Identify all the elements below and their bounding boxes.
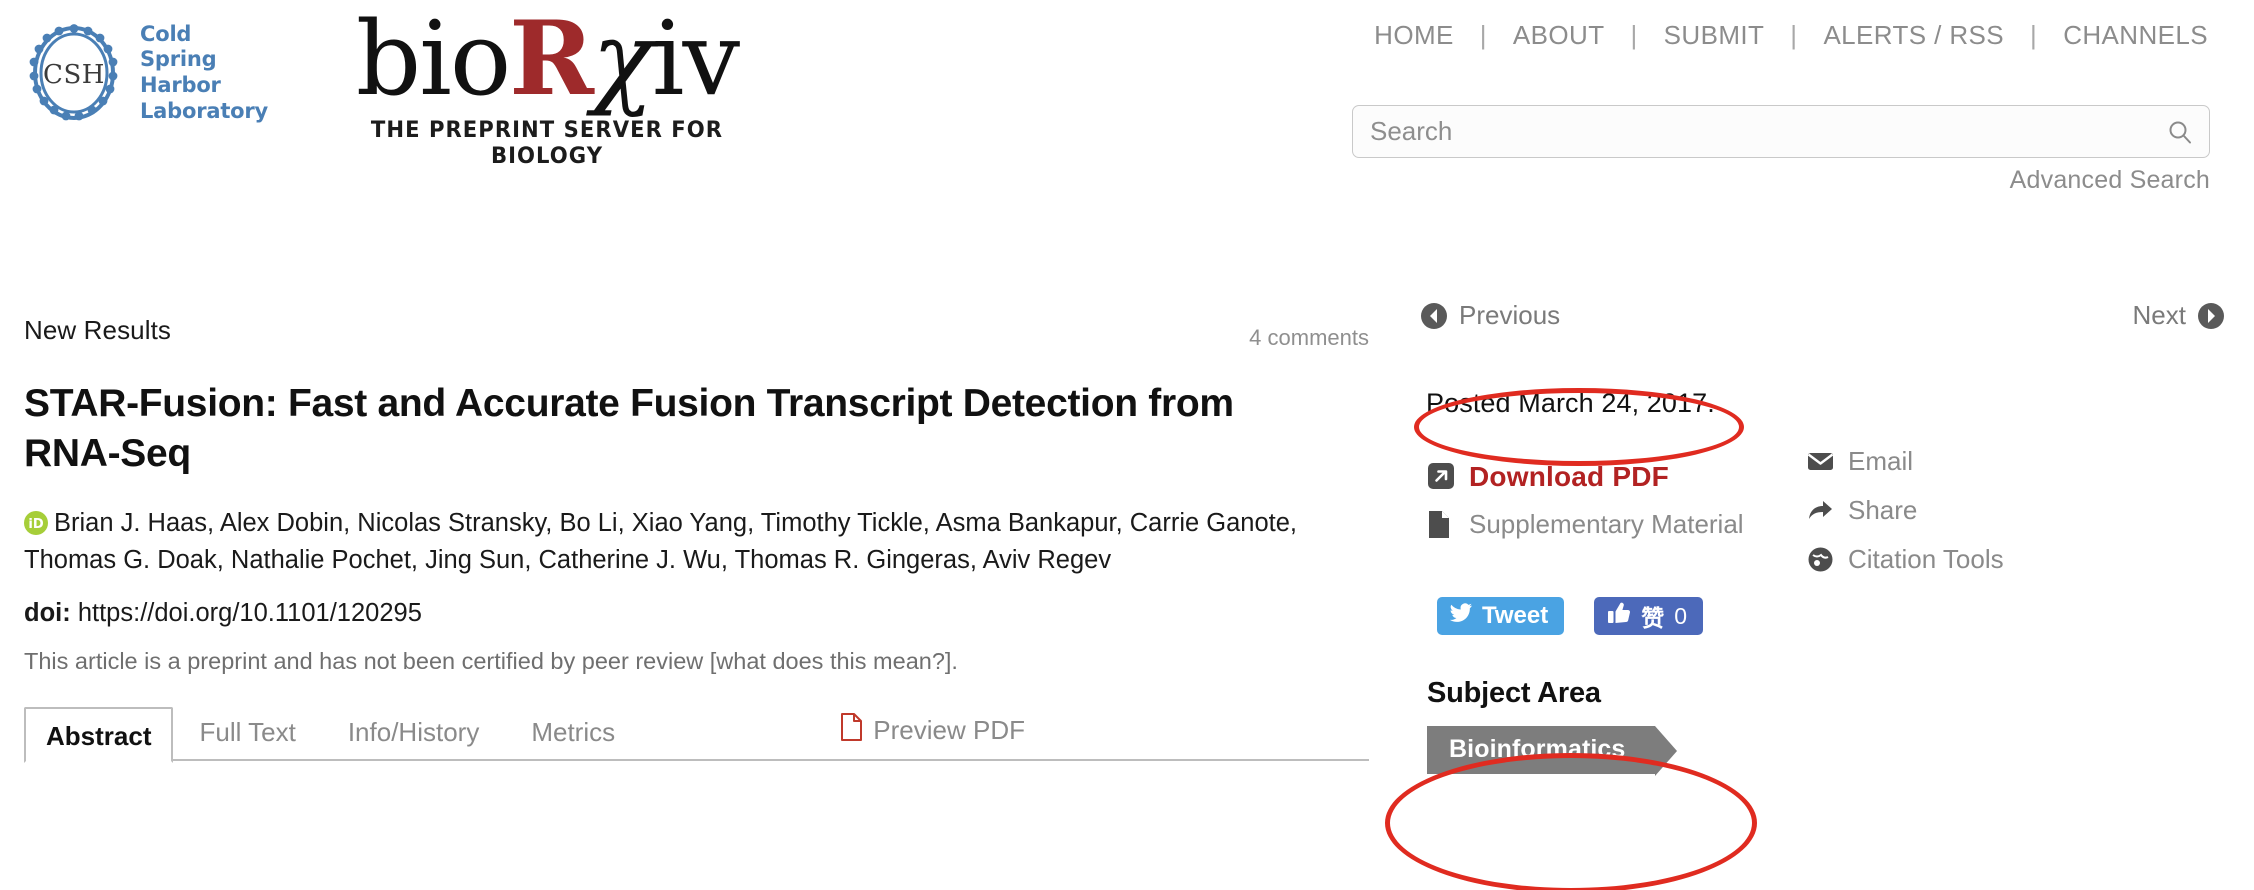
svg-text:CSH: CSH: [43, 60, 105, 90]
file-icon: [1427, 510, 1455, 540]
svg-text:iD: iD: [28, 517, 43, 532]
nav-separator: |: [1630, 20, 1638, 50]
nav-item-home[interactable]: HOME: [1372, 20, 1456, 51]
envelope-icon: [1807, 448, 1834, 475]
previous-label: Previous: [1459, 300, 1561, 330]
orcid-id-icon[interactable]: iD: [24, 509, 48, 535]
preprint-disclaimer[interactable]: This article is a preprint and has not b…: [24, 648, 1369, 675]
tweet-label: Tweet: [1482, 602, 1549, 629]
facebook-like-button[interactable]: 赞 0: [1594, 597, 1704, 635]
social-share-buttons: Tweet 赞 0: [1437, 597, 2225, 635]
preview-pdf-label: Preview PDF: [873, 714, 1025, 745]
arrow-left-circle-icon: [1420, 302, 1448, 330]
doi-link[interactable]: https://doi.org/10.1101/120295: [78, 599, 422, 627]
brand-part-iv: iv: [651, 0, 740, 119]
search-area: Advanced Search: [1352, 105, 2210, 195]
share-tools: Email Share Citation Tools: [1807, 446, 2004, 593]
cshl-logo-text: Cold Spring Harbor Laboratory: [140, 22, 268, 124]
nav-item-submit[interactable]: SUBMIT: [1662, 20, 1767, 51]
email-link[interactable]: Email: [1807, 446, 2004, 477]
site-header: CSH Cold Spring Harbor Laboratory bioRχi…: [0, 0, 2254, 215]
like-label: 赞: [1641, 605, 1665, 631]
share-link[interactable]: Share: [1807, 495, 2004, 526]
tab-info-history[interactable]: Info/History: [322, 705, 506, 761]
doi-label: doi:: [24, 598, 71, 627]
article-sidebar: Previous Next Posted March 24, 2017. Dow…: [1395, 215, 2225, 776]
download-links: Download PDF Supplementary Material: [1427, 461, 1744, 556]
nav-separator: |: [1479, 20, 1487, 50]
globe-icon: [1807, 546, 1834, 573]
main-navigation: HOME | ABOUT | SUBMIT | ALERTS / RSS | C…: [1372, 20, 2210, 51]
tab-metrics[interactable]: Metrics: [505, 705, 641, 761]
cshl-line-4: Laboratory: [140, 98, 269, 123]
like-count: 0: [1674, 602, 1688, 629]
download-pdf-link[interactable]: Download PDF: [1427, 461, 1744, 493]
search-input[interactable]: [1353, 106, 2133, 157]
subject-area-tags: Bioinformatics: [1427, 726, 2225, 776]
article-tabs: Abstract Full Text Info/History Metrics: [24, 705, 1369, 763]
article-type-label: New Results: [24, 315, 172, 345]
preview-pdf-link[interactable]: Preview PDF: [840, 712, 1025, 748]
biorxiv-article-page: CSH Cold Spring Harbor Laboratory bioRχi…: [0, 0, 2254, 890]
brand-part-chi: χ: [592, 0, 654, 119]
comments-count-link[interactable]: 4 comments: [1249, 325, 1369, 351]
share-label: Share: [1848, 495, 1918, 525]
doi-line: doi: https://doi.org/10.1101/120295: [24, 599, 1369, 628]
nav-item-alerts-rss[interactable]: ALERTS / RSS: [1821, 20, 2006, 51]
previous-article-link[interactable]: Previous: [1420, 300, 1560, 331]
next-label: Next: [2132, 300, 2186, 330]
cshl-seal-icon: CSH: [22, 21, 126, 125]
author-names[interactable]: Brian J. Haas, Alex Dobin, Nicolas Stran…: [24, 509, 1297, 574]
posted-date: Posted March 24, 2017.: [1426, 388, 1715, 418]
tweet-button[interactable]: Tweet: [1437, 597, 1565, 635]
nav-separator: |: [1790, 20, 1798, 50]
supplementary-material-label: Supplementary Material: [1469, 509, 1744, 539]
cshl-line-3: Harbor: [140, 73, 221, 97]
author-list: iD Brian J. Haas, Alex Dobin, Nicolas St…: [24, 505, 1354, 579]
download-pdf-label: Download PDF: [1469, 461, 1669, 492]
supplementary-material-link[interactable]: Supplementary Material: [1427, 509, 1744, 540]
next-article-link[interactable]: Next: [2133, 300, 2225, 331]
biorxiv-wordmark: bioRχiv: [312, 8, 782, 111]
article-main-column: New Results 4 comments STAR-Fusion: Fast…: [24, 215, 1369, 763]
biorxiv-tagline: THE PREPRINT SERVER FOR BIOLOGY: [370, 117, 724, 169]
external-link-icon: [1427, 462, 1455, 492]
email-label: Email: [1848, 446, 1914, 476]
brand-part-r: R: [509, 0, 594, 119]
prev-next-navigation: Previous Next: [1395, 300, 2225, 350]
nav-item-channels[interactable]: CHANNELS: [2061, 20, 2210, 51]
cshl-logo[interactable]: CSH Cold Spring Harbor Laboratory: [22, 18, 282, 128]
nav-separator: |: [2030, 20, 2038, 50]
citation-tools-label: Citation Tools: [1848, 544, 2004, 574]
tab-full-text[interactable]: Full Text: [173, 705, 321, 761]
article-meta-row: New Results 4 comments: [24, 315, 1369, 359]
twitter-bird-icon: [1449, 602, 1473, 630]
thumbs-up-icon: [1607, 602, 1631, 630]
subject-area-section: Subject Area Bioinformatics: [1427, 677, 2225, 776]
subject-area-heading: Subject Area: [1427, 677, 1601, 709]
cshl-line-1: Cold: [140, 21, 192, 46]
arrow-right-circle-icon: [2197, 302, 2225, 330]
biorxiv-logo[interactable]: bioRχiv THE PREPRINT SERVER FOR BIOLOGY: [312, 8, 782, 169]
search-icon[interactable]: [2167, 119, 2193, 145]
pdf-file-icon: [840, 712, 863, 748]
brand-part-bio: bio: [355, 0, 511, 119]
citation-tools-link[interactable]: Citation Tools: [1807, 544, 2004, 575]
tab-abstract[interactable]: Abstract: [24, 706, 174, 763]
cshl-line-2: Spring: [140, 47, 217, 72]
share-arrow-icon: [1807, 497, 1834, 524]
advanced-search-link[interactable]: Advanced Search: [1352, 166, 2210, 195]
search-box[interactable]: [1352, 105, 2210, 158]
downloads-and-tools: Download PDF Supplementary Material Emai…: [1395, 446, 2225, 591]
article-tabs-row: Abstract Full Text Info/History Metrics …: [24, 705, 1369, 763]
article-title: STAR-Fusion: Fast and Accurate Fusion Tr…: [24, 382, 1234, 475]
subject-tag-bioinformatics[interactable]: Bioinformatics: [1427, 726, 1678, 776]
nav-item-about[interactable]: ABOUT: [1511, 20, 1607, 51]
